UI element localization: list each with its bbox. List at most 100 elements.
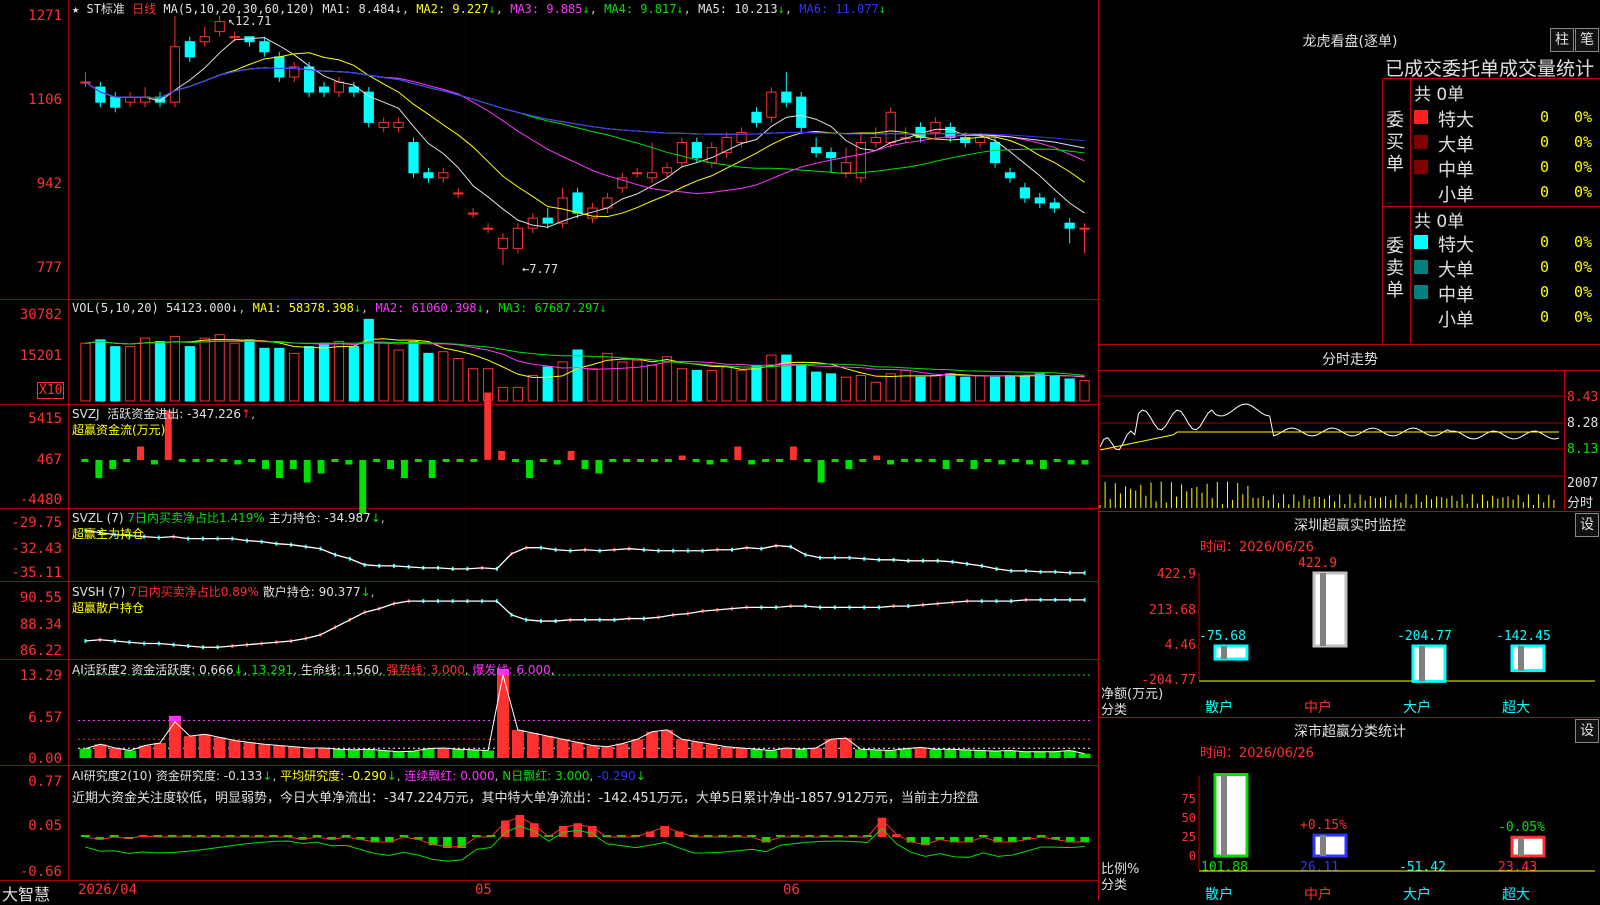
flow-bar bbox=[956, 459, 964, 462]
szcy-value-label: -75.68 bbox=[1199, 629, 1246, 644]
candle bbox=[1019, 187, 1031, 199]
candle bbox=[453, 192, 464, 195]
vol-ma3: 67687.297 bbox=[534, 301, 600, 315]
sell-row-swatch bbox=[1414, 260, 1428, 274]
sell-row-percent: 0% bbox=[1574, 308, 1593, 326]
szcy-bar-shade bbox=[1221, 646, 1227, 660]
candle bbox=[989, 142, 1001, 164]
activity-bar bbox=[1004, 750, 1016, 758]
flow-bar bbox=[914, 459, 922, 462]
szcy-title: 深圳超赢实时监控 bbox=[1294, 518, 1406, 534]
activity-bar bbox=[183, 736, 196, 758]
sell-row-percent: 0% bbox=[1574, 283, 1593, 301]
szcy-time: 时间：2026/06/26 bbox=[1200, 540, 1314, 555]
buy-row-swatch bbox=[1414, 185, 1428, 199]
y-tick: -35.11 bbox=[11, 565, 62, 581]
flow-bar bbox=[553, 460, 561, 465]
candle bbox=[304, 66, 315, 93]
volume-bar bbox=[497, 386, 509, 402]
ma-line-10 bbox=[85, 52, 1085, 218]
ma-line-60 bbox=[85, 67, 1085, 149]
buy-row-swatch bbox=[1414, 135, 1428, 149]
period-label[interactable]: 日线 bbox=[132, 2, 156, 16]
szcy-xlabel: 分类 bbox=[1101, 703, 1128, 718]
flow-bar bbox=[220, 459, 228, 462]
fs-vol-tick: 分时 bbox=[1567, 496, 1594, 511]
candle bbox=[885, 111, 896, 144]
buy-row-count: 0 bbox=[1540, 158, 1550, 176]
y-tick: 1271 bbox=[28, 8, 62, 24]
flow-bar bbox=[803, 459, 811, 462]
flow-bar bbox=[998, 460, 1006, 465]
flow-bar bbox=[123, 459, 131, 462]
szcy-y-tick: 213.68 bbox=[1149, 603, 1196, 618]
svzl-value: -34.987 bbox=[324, 511, 371, 525]
low-label: ←7.77 bbox=[522, 262, 559, 276]
activity-bar bbox=[392, 751, 405, 758]
svzj-subtitle: 超赢资金流(万元) bbox=[72, 423, 166, 437]
ai-active-header: AI活跃度2 资金活跃度: 0.666↓, 13.291, 生命线: 1.560… bbox=[72, 663, 555, 677]
scfl-time: 时间：2026/06/26 bbox=[1200, 746, 1314, 761]
volume-bar bbox=[1079, 380, 1090, 402]
volume-bar bbox=[840, 376, 852, 402]
volume-bar bbox=[363, 318, 374, 402]
symbol-label[interactable]: ST标准 bbox=[86, 2, 124, 16]
szcy-settings-button[interactable]: 设 bbox=[1575, 513, 1599, 537]
ma2-value: 9.227 bbox=[452, 2, 489, 16]
activity-bar bbox=[452, 749, 465, 758]
fszs-title: 分时走势 bbox=[1322, 352, 1378, 368]
flow-bar bbox=[942, 460, 950, 469]
buy-row-count: 0 bbox=[1540, 183, 1550, 201]
candle bbox=[527, 217, 538, 229]
volume-bar bbox=[676, 368, 688, 402]
ai-research-header: AI研究度2(10) 资金研究度: -0.133↓, 平均研究度: -0.290… bbox=[72, 769, 646, 783]
buy-row-label: 大单 bbox=[1438, 135, 1474, 156]
brand-label: 大智慧 bbox=[2, 885, 51, 904]
vol-header: VOL(5,10,20) 54123.000↓, MA1: 58378.398↓… bbox=[72, 301, 607, 315]
activity-bar bbox=[959, 749, 972, 758]
activity-bar bbox=[318, 748, 331, 758]
y-tick: 0.77 bbox=[28, 774, 62, 790]
ma4-value: 9.817 bbox=[640, 2, 677, 16]
scfl-category: 超大 bbox=[1502, 887, 1530, 903]
svzl-subtitle: 超赢主力持仓 bbox=[72, 527, 145, 541]
volume-bar bbox=[318, 342, 330, 402]
flow-bar bbox=[970, 460, 978, 469]
flow-bar bbox=[1026, 460, 1033, 465]
bar-mode-button[interactable]: 柱 bbox=[1550, 28, 1574, 52]
fs-y-tick: 8.43 bbox=[1567, 390, 1599, 405]
volume-bar bbox=[512, 386, 524, 402]
flow-bar bbox=[859, 459, 867, 462]
y-tick: 90.55 bbox=[19, 590, 62, 606]
commentary-text: 近期大资金关注度较低，明显弱势，今日大单净流出：-347.224万元，其中特大单… bbox=[72, 791, 979, 806]
tick-mode-button[interactable]: 笔 bbox=[1575, 28, 1599, 52]
chart-canvas[interactable] bbox=[0, 0, 1098, 900]
star-icon[interactable]: ★ bbox=[72, 2, 79, 16]
activity-bar bbox=[1078, 753, 1091, 758]
activity-bar bbox=[377, 750, 390, 758]
flow-bar bbox=[720, 459, 728, 462]
activity-bar bbox=[154, 743, 166, 758]
volume-bar bbox=[811, 371, 822, 402]
flow-bar bbox=[303, 460, 311, 483]
y-tick: 30782 bbox=[19, 307, 62, 323]
activity-bar bbox=[571, 742, 584, 758]
buy-row-percent: 0% bbox=[1574, 133, 1593, 151]
activity-bar bbox=[526, 733, 539, 758]
x10-badge: X10 bbox=[37, 382, 65, 399]
volume-bar bbox=[333, 341, 345, 402]
activity-bar bbox=[437, 748, 450, 758]
activity-bar bbox=[884, 750, 897, 758]
volume-bar bbox=[930, 375, 941, 402]
flow-bar bbox=[650, 459, 658, 462]
scfl-settings-button[interactable]: 设 bbox=[1575, 719, 1599, 743]
scfl-bar bbox=[1510, 835, 1546, 858]
activity-bar bbox=[288, 746, 301, 758]
scfl-xlabel: 分类 bbox=[1101, 878, 1128, 893]
candle bbox=[318, 86, 330, 93]
vol-ma1: 58378.398 bbox=[288, 301, 354, 315]
volume-bar bbox=[453, 358, 464, 402]
sell-row-label: 中单 bbox=[1438, 285, 1474, 306]
activity-bar bbox=[407, 751, 420, 758]
activity-bar bbox=[332, 749, 345, 758]
